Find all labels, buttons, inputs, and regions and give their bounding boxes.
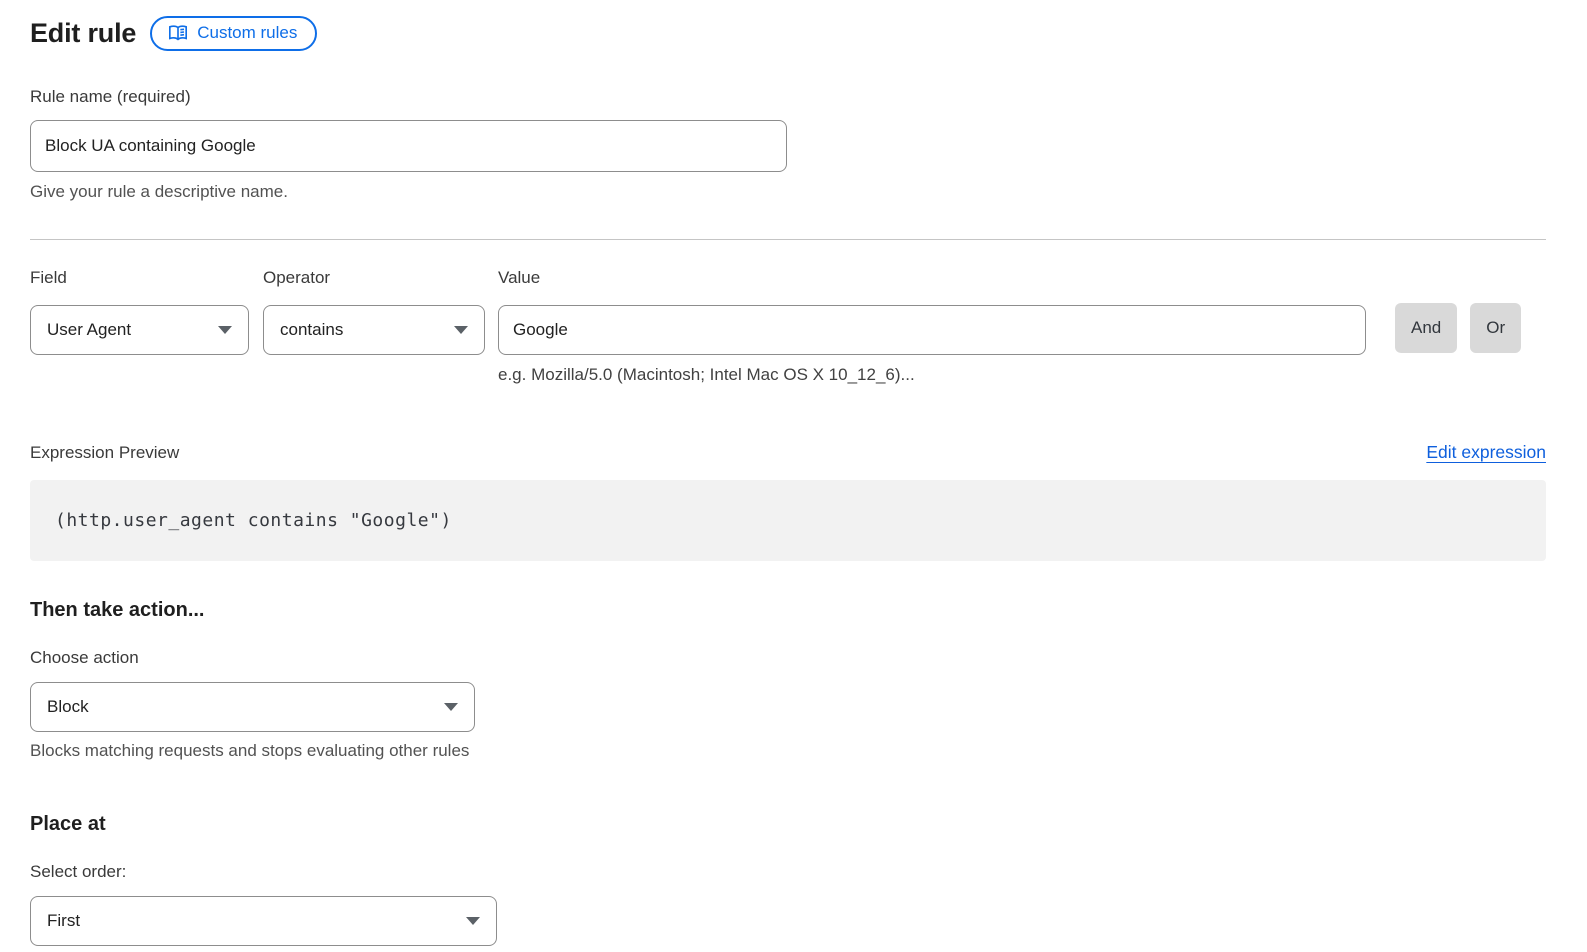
order-select-value: First <box>47 911 80 931</box>
value-label: Value <box>498 268 1366 288</box>
chevron-down-icon <box>466 917 480 925</box>
rule-name-label: Rule name (required) <box>30 87 1546 107</box>
value-help: e.g. Mozilla/5.0 (Macintosh; Intel Mac O… <box>498 365 1366 385</box>
select-order-label: Select order: <box>30 862 1546 882</box>
edit-rule-page: Edit rule Custom rules Rule name (requir… <box>30 0 1546 946</box>
conjunction-buttons: And Or <box>1395 303 1521 385</box>
action-help: Blocks matching requests and stops evalu… <box>30 741 1546 761</box>
chevron-down-icon <box>218 326 232 334</box>
page-title: Edit rule <box>30 18 136 49</box>
rule-name-help: Give your rule a descriptive name. <box>30 182 1546 202</box>
expression-builder-row: Field User Agent Operator contains Value… <box>30 268 1546 385</box>
chevron-down-icon <box>454 326 468 334</box>
field-select-value: User Agent <box>47 320 131 340</box>
operator-label: Operator <box>263 268 485 288</box>
action-heading: Then take action... <box>30 599 1546 622</box>
rule-name-section: Rule name (required) Give your rule a de… <box>30 87 1546 202</box>
field-select[interactable]: User Agent <box>30 305 249 355</box>
placement-section: Place at Select order: First <box>30 813 1546 946</box>
action-section: Then take action... Choose action Block … <box>30 599 1546 761</box>
action-select-value: Block <box>47 697 89 717</box>
rule-name-input[interactable] <box>30 120 787 172</box>
operator-select-value: contains <box>280 320 343 340</box>
or-button[interactable]: Or <box>1470 303 1521 353</box>
book-icon <box>168 24 188 42</box>
chevron-down-icon <box>444 703 458 711</box>
expression-preview-label: Expression Preview <box>30 443 179 463</box>
expression-preview-code: (http.user_agent contains "Google") <box>30 480 1546 561</box>
operator-select[interactable]: contains <box>263 305 485 355</box>
and-button[interactable]: And <box>1395 303 1457 353</box>
order-select[interactable]: First <box>30 896 497 946</box>
custom-rules-badge[interactable]: Custom rules <box>150 16 317 51</box>
field-label: Field <box>30 268 249 288</box>
action-select[interactable]: Block <box>30 682 475 732</box>
page-header: Edit rule Custom rules <box>30 16 1546 51</box>
placement-heading: Place at <box>30 813 1546 836</box>
section-divider <box>30 239 1546 240</box>
edit-expression-link[interactable]: Edit expression <box>1426 442 1546 463</box>
custom-rules-badge-label: Custom rules <box>197 23 297 43</box>
value-input[interactable] <box>498 305 1366 355</box>
choose-action-label: Choose action <box>30 648 1546 668</box>
expression-preview-section: Expression Preview Edit expression (http… <box>30 442 1546 561</box>
